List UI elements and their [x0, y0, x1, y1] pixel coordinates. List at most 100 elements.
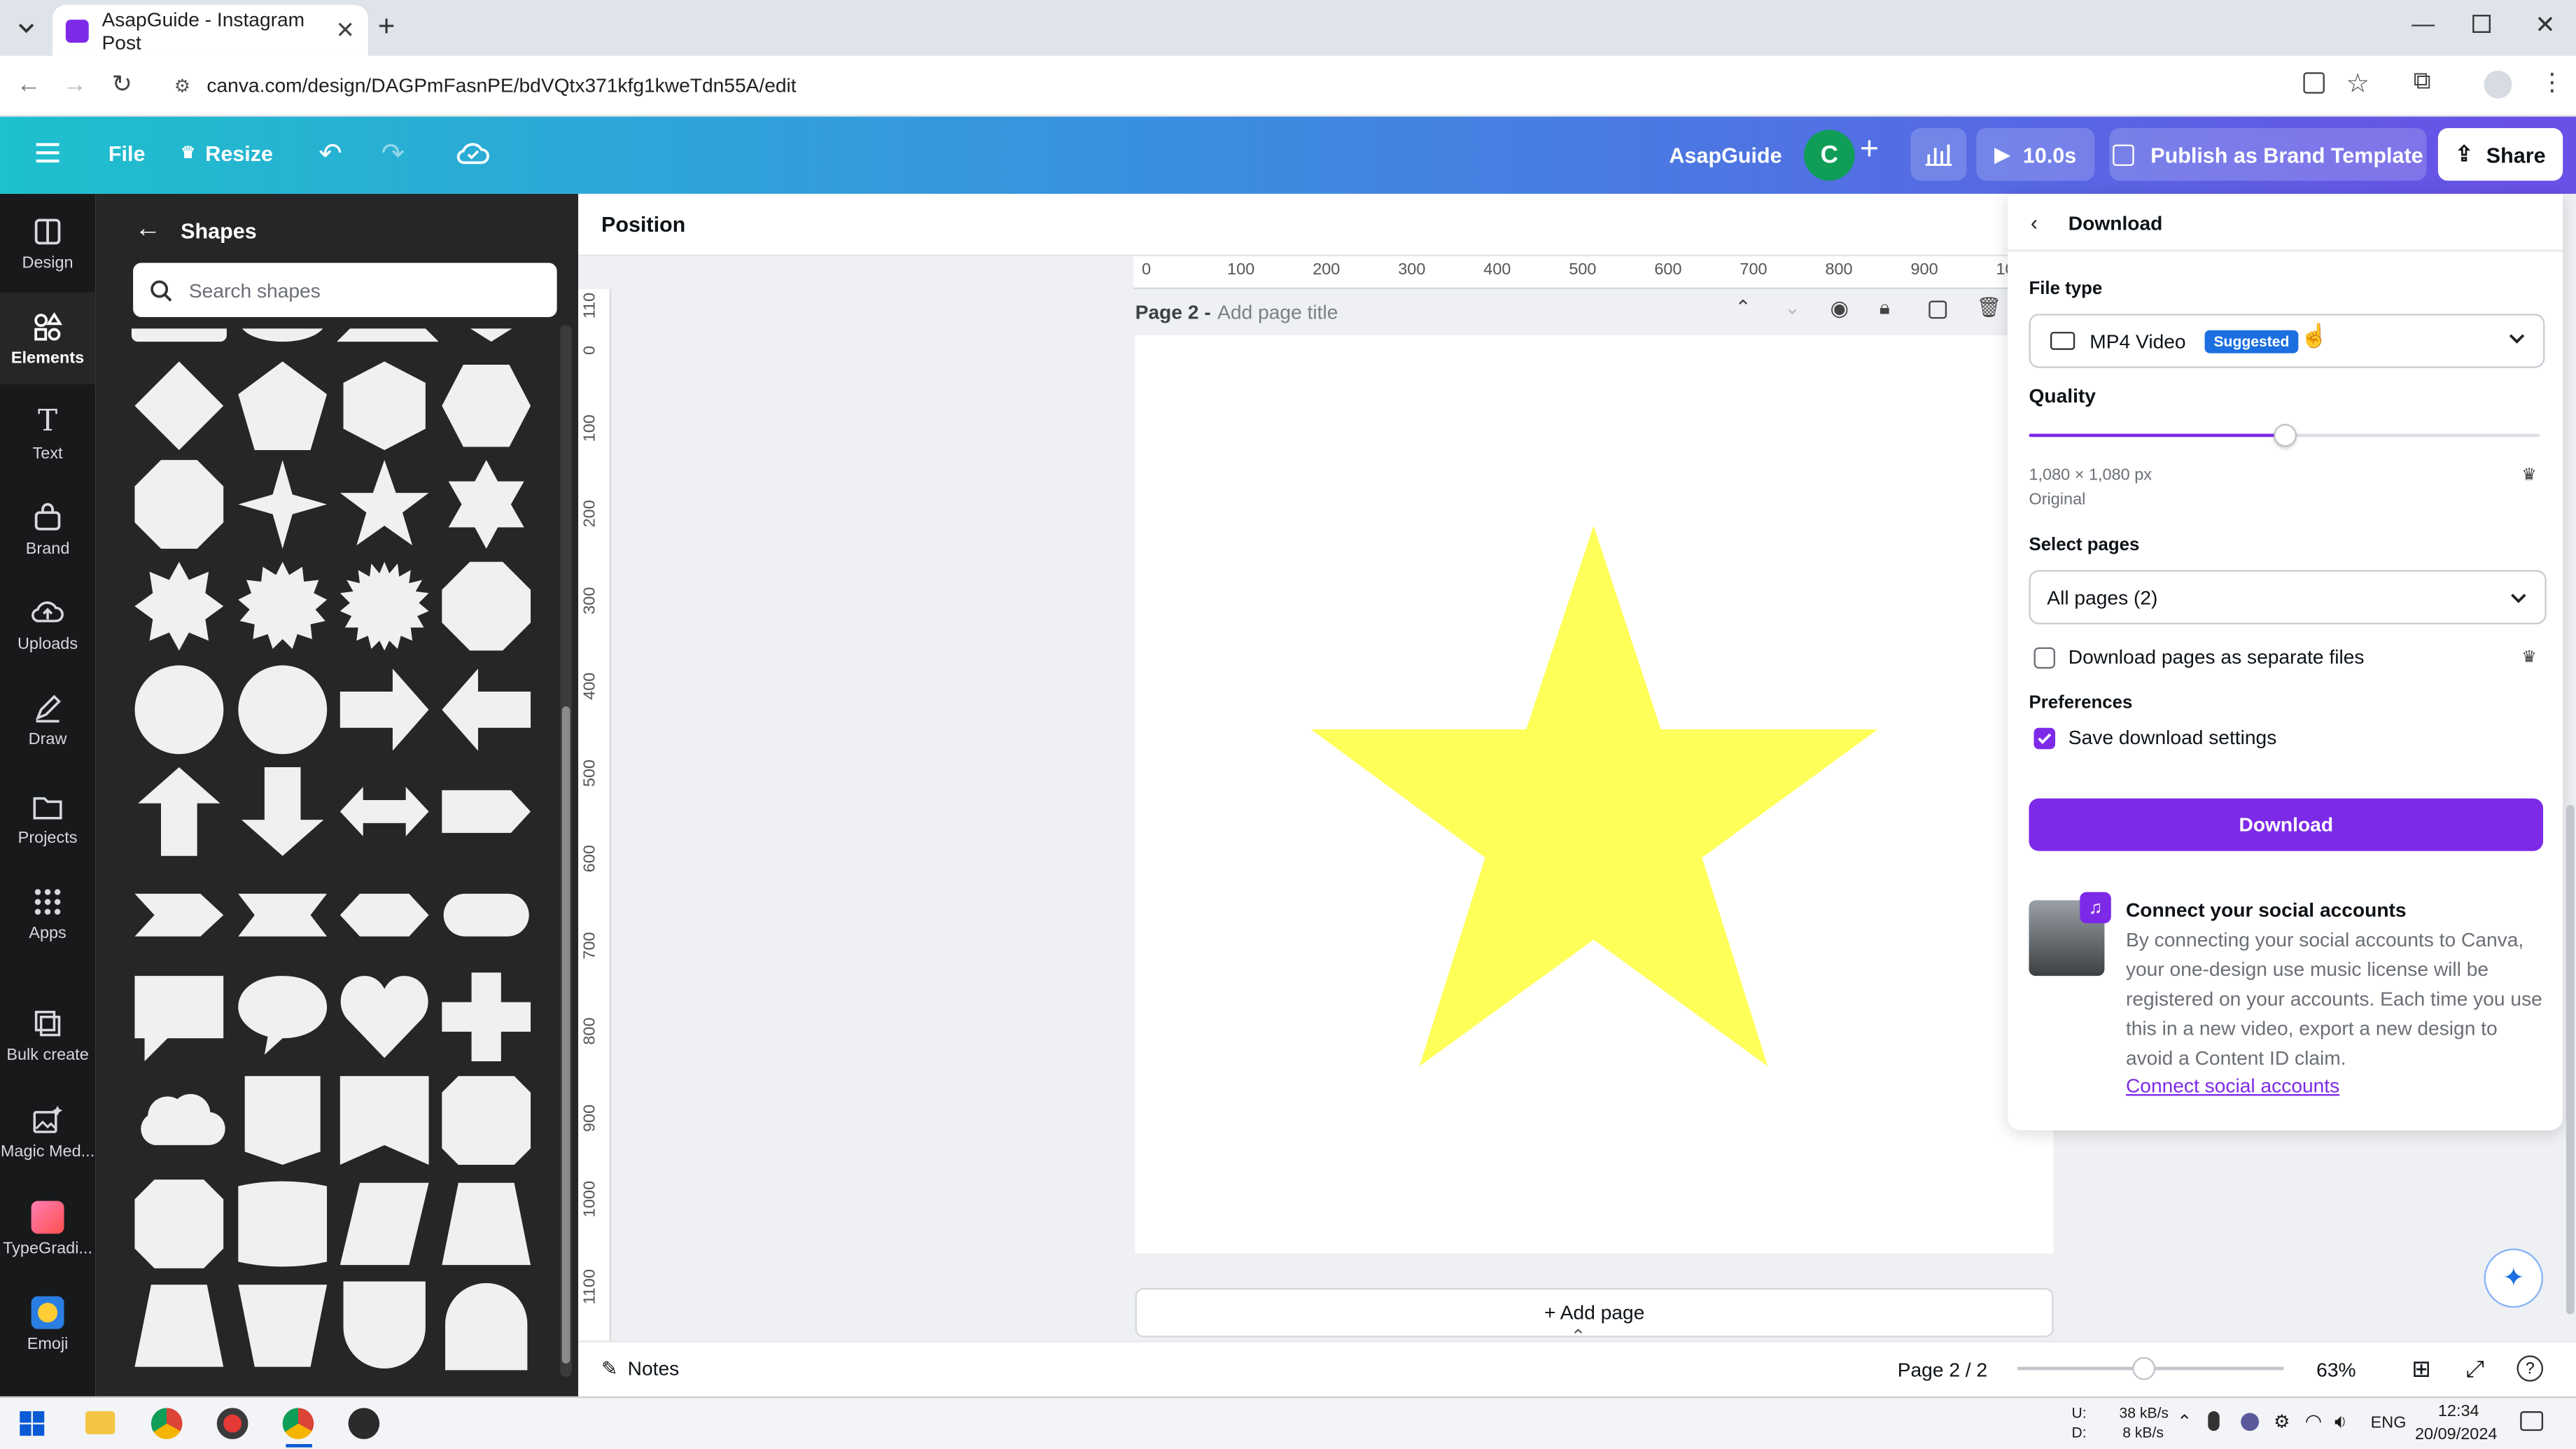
bookmark-star-icon[interactable]: ☆: [2346, 67, 2370, 100]
microphone-icon[interactable]: [2208, 1411, 2220, 1432]
page-up-icon[interactable]: ⌃: [1735, 295, 1751, 318]
shape-soft-octagon[interactable]: [132, 1176, 227, 1271]
shape-parallelogram[interactable]: [337, 1176, 432, 1271]
tab-list-chevron-icon[interactable]: [15, 16, 38, 39]
shape-hexagon[interactable]: [439, 358, 534, 454]
right-scrollbar[interactable]: [2566, 805, 2575, 1315]
save-settings-option[interactable]: Save download settings: [2033, 726, 2276, 749]
shape-octagon-2[interactable]: [439, 559, 534, 654]
windows-start-icon[interactable]: [20, 1411, 45, 1436]
record-tray-icon[interactable]: [2241, 1413, 2260, 1432]
site-settings-icon[interactable]: ⚙: [174, 75, 190, 96]
shape-diamond[interactable]: [132, 358, 227, 454]
main-menu-icon[interactable]: [36, 143, 59, 163]
window-close-icon[interactable]: ✕: [2535, 10, 2556, 39]
fullscreen-icon[interactable]: ⤢: [2466, 1355, 2484, 1383]
quality-thumb[interactable]: [2272, 424, 2296, 447]
shape-arrow-down[interactable]: [235, 764, 330, 859]
page-title-input[interactable]: Add page title: [1217, 300, 1338, 323]
shape-burst-12[interactable]: [235, 559, 330, 654]
shape-burst-8[interactable]: [132, 559, 227, 654]
shape-heart[interactable]: [337, 969, 432, 1065]
zoom-level[interactable]: 63%: [2316, 1359, 2356, 1382]
shape-arrow-tag[interactable]: [439, 764, 534, 859]
zoom-thumb[interactable]: [2132, 1357, 2156, 1380]
panel-scrollbar[interactable]: [560, 325, 572, 1377]
magic-assistant-button[interactable]: ✦: [2484, 1248, 2544, 1308]
add-page-button[interactable]: + Add page: [1135, 1288, 2054, 1338]
shape-ribbon[interactable]: [235, 867, 330, 962]
profile-avatar[interactable]: [2484, 70, 2512, 99]
notification-icon[interactable]: [2520, 1411, 2544, 1432]
file-explorer-icon[interactable]: [85, 1411, 115, 1434]
rail-item-uploads[interactable]: Uploads: [0, 578, 95, 670]
design-page[interactable]: [1135, 335, 2054, 1254]
browser-menu-icon[interactable]: ⋮: [2540, 67, 2564, 97]
cloud-saved-icon[interactable]: [456, 139, 489, 166]
language-indicator[interactable]: ENG: [2371, 1415, 2407, 1433]
play-button[interactable]: ▶ 10.0s: [1976, 128, 2095, 181]
shape-rounded-octagon[interactable]: [439, 1073, 534, 1168]
delete-page-icon[interactable]: 🗑︎: [1976, 295, 2001, 318]
shape-trapezoid[interactable]: [439, 1176, 534, 1271]
shape-wavy-rect[interactable]: [235, 1176, 330, 1271]
star-shape[interactable]: [1310, 526, 1878, 1068]
rail-item-text[interactable]: T Text: [0, 388, 95, 479]
rail-item-projects[interactable]: Projects: [0, 772, 95, 864]
extensions-icon[interactable]: ⧉: [2414, 67, 2431, 95]
rail-item-design[interactable]: Design: [0, 197, 95, 289]
shape-hexagon-tall[interactable]: [337, 358, 432, 454]
wifi-icon[interactable]: ◠: [2305, 1410, 2323, 1433]
rail-item-emoji[interactable]: Emoji: [0, 1278, 95, 1370]
tray-app-icon[interactable]: ⚙: [2274, 1411, 2290, 1432]
shape-arrow-left[interactable]: [439, 662, 534, 757]
window-restore-icon[interactable]: [2472, 15, 2491, 33]
shape-banner-down[interactable]: [235, 1073, 330, 1168]
panel-scroll-thumb[interactable]: [561, 706, 570, 1364]
position-button[interactable]: Position: [601, 212, 685, 237]
rail-item-bulk-create[interactable]: Bulk create: [0, 989, 95, 1081]
rail-item-draw[interactable]: Draw: [0, 673, 95, 765]
screenshot-icon[interactable]: [2303, 72, 2325, 94]
quality-slider[interactable]: [2029, 424, 2540, 447]
rail-item-typegradient[interactable]: TypeGradi...: [0, 1183, 95, 1275]
shape-star-4[interactable]: [235, 456, 330, 552]
insights-button[interactable]: [1910, 128, 1967, 181]
chrome-active-icon[interactable]: [282, 1408, 314, 1439]
download-back-icon[interactable]: ‹: [2031, 210, 2038, 234]
resize-button[interactable]: ♛ Resize: [181, 141, 273, 166]
clock-date[interactable]: 20/09/2024: [2415, 1426, 2497, 1444]
file-type-select[interactable]: MP4 Video Suggested: [2029, 314, 2545, 368]
grid-view-icon[interactable]: ⊞: [2412, 1355, 2431, 1383]
rail-item-brand[interactable]: Brand: [0, 483, 95, 575]
shape-octagon[interactable]: [132, 456, 227, 552]
shape-star-5[interactable]: [337, 456, 432, 552]
volume-icon[interactable]: 🔉︎: [2334, 1410, 2347, 1434]
brand-kit-name[interactable]: AsapGuide: [1669, 143, 1782, 167]
shape-arrow-up[interactable]: [132, 764, 227, 859]
shape-trapezoid-2[interactable]: [132, 1278, 227, 1373]
hide-page-icon[interactable]: ◉: [1830, 295, 1849, 322]
rail-item-elements[interactable]: Elements: [0, 292, 96, 385]
window-minimize-icon[interactable]: —: [2412, 10, 2435, 36]
collapse-pages-icon[interactable]: ⌃: [1571, 1326, 1586, 1347]
undo-icon[interactable]: ↶: [318, 138, 342, 171]
new-tab-plus-icon[interactable]: +: [378, 10, 396, 44]
shape-trapezoid-down[interactable]: [235, 1278, 330, 1373]
shape-arch[interactable]: [439, 1278, 534, 1373]
notes-button[interactable]: ✎ Notes: [601, 1357, 679, 1380]
obs-icon[interactable]: [348, 1408, 380, 1439]
rail-item-apps[interactable]: Apps: [0, 867, 95, 959]
shape-speech-bubble[interactable]: [132, 969, 227, 1065]
publish-brand-template-button[interactable]: Publish as Brand Template: [2109, 128, 2427, 181]
shape-chevron[interactable]: [132, 867, 227, 962]
shape-hexagon-wide[interactable]: [337, 867, 432, 962]
select-pages-dropdown[interactable]: All pages (2): [2029, 570, 2547, 624]
duplicate-page-icon[interactable]: [1928, 300, 1947, 319]
shape-pill[interactable]: [439, 867, 534, 962]
page-down-icon[interactable]: ⌄: [1784, 295, 1801, 318]
forward-arrow-icon[interactable]: →: [62, 71, 87, 99]
zoom-slider[interactable]: [2017, 1357, 2284, 1380]
connect-social-link[interactable]: Connect social accounts: [2126, 1074, 2339, 1098]
save-settings-checkbox[interactable]: [2033, 727, 2056, 749]
